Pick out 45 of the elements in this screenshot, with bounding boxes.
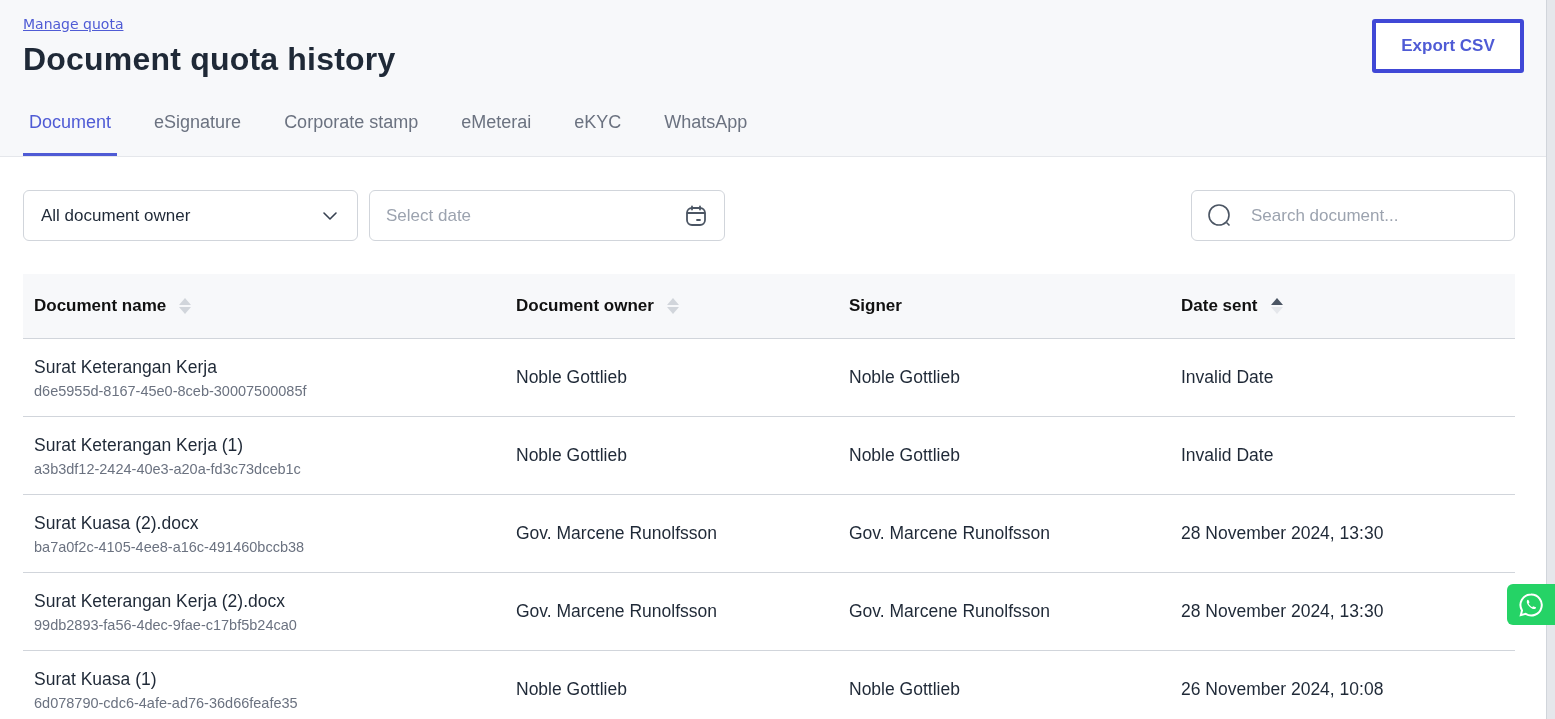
signer-cell: Gov. Marcene Runolfsson [849,523,1051,543]
column-header: Date sent [1181,296,1258,316]
manage-quota-link[interactable]: Manage quota [23,16,124,32]
signer-cell: Noble Gottlieb [849,445,960,465]
date-cell: Invalid Date [1181,367,1274,387]
document-name: Surat Keterangan Kerja [34,356,218,378]
export-csv-button[interactable]: Export CSV [1372,19,1524,73]
tab[interactable]: Document [23,104,118,156]
owner-dropdown[interactable]: All document owner [23,190,358,241]
tab[interactable]: Corporate stamp [278,104,425,156]
date-cell: Invalid Date [1181,445,1274,465]
column-header: Signer [849,296,902,316]
document-id: a3b3df12-2424-40e3-a20a-fd3c73dceb1c [34,460,302,477]
signer-cell: Noble Gottlieb [849,367,960,387]
date-cell: 28 November 2024, 13:30 [1181,601,1384,621]
scrollbar[interactable] [1546,0,1555,719]
document-id: 99db2893-fa56-4dec-9fae-c17bf5b24ca0 [34,616,298,633]
owner-cell: Noble Gottlieb [516,679,627,699]
document-id: d6e5955d-8167-45e0-8ceb-30007500085f [34,382,308,399]
signer-cell: Noble Gottlieb [849,679,960,699]
document-name: Surat Kuasa (2).docx [34,512,200,534]
owner-cell: Gov. Marcene Runolfsson [516,523,718,543]
chat-button[interactable] [1507,584,1555,625]
date-cell: 28 November 2024, 13:30 [1181,523,1384,543]
page-title: Document quota history [23,41,396,78]
document-name: Surat Keterangan Kerja (2).docx [34,590,286,612]
owner-cell: Noble Gottlieb [516,367,627,387]
tab[interactable]: eKYC [568,104,628,156]
date-cell: 26 November 2024, 10:08 [1181,679,1384,699]
calendar-icon [684,203,708,228]
column-header: Document name [34,296,167,316]
search-field[interactable]: Search document... [1191,190,1515,241]
tab[interactable]: eMeterai [455,104,538,156]
column-header: Document owner [516,296,654,316]
tab[interactable]: WhatsApp [658,104,754,156]
owner-cell: Noble Gottlieb [516,445,627,465]
chat-bubble-icon [1518,591,1544,618]
document-name: Surat Kuasa (1) [34,668,158,690]
signer-cell: Gov. Marcene Runolfsson [849,601,1051,621]
tab[interactable]: eSignature [148,104,248,156]
document-name: Surat Keterangan Kerja (1) [34,434,245,456]
document-id: 6d078790-cdc6-4afe-ad76-36d66feafe35 [34,694,299,711]
document-id: ba7a0f2c-4105-4ee8-a16c-491460bccb38 [34,538,306,555]
owner-cell: Gov. Marcene Runolfsson [516,601,718,621]
date-field[interactable]: Select date [369,190,725,241]
